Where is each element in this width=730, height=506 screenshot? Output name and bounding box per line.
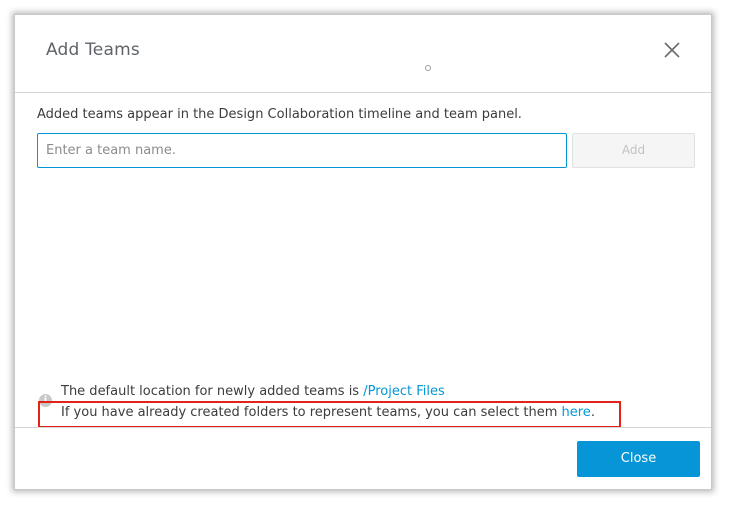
dialog-title: Add Teams: [46, 40, 140, 60]
close-button[interactable]: Close: [577, 441, 700, 477]
project-files-link[interactable]: /Project Files: [363, 384, 445, 399]
dialog-header: Add Teams: [15, 15, 711, 93]
close-icon[interactable]: [661, 39, 683, 61]
default-location-text: The default location for newly added tea…: [61, 384, 445, 399]
footer-divider: [15, 427, 711, 428]
loading-dot-icon: [425, 65, 431, 71]
add-button[interactable]: Add: [572, 133, 695, 168]
dialog-description: Added teams appear in the Design Collabo…: [37, 107, 522, 122]
team-name-input[interactable]: [37, 133, 567, 168]
default-location-label: The default location for newly added tea…: [61, 384, 364, 399]
highlight-box: [38, 401, 621, 428]
add-teams-dialog: Add Teams Added teams appear in the Desi…: [14, 14, 712, 490]
